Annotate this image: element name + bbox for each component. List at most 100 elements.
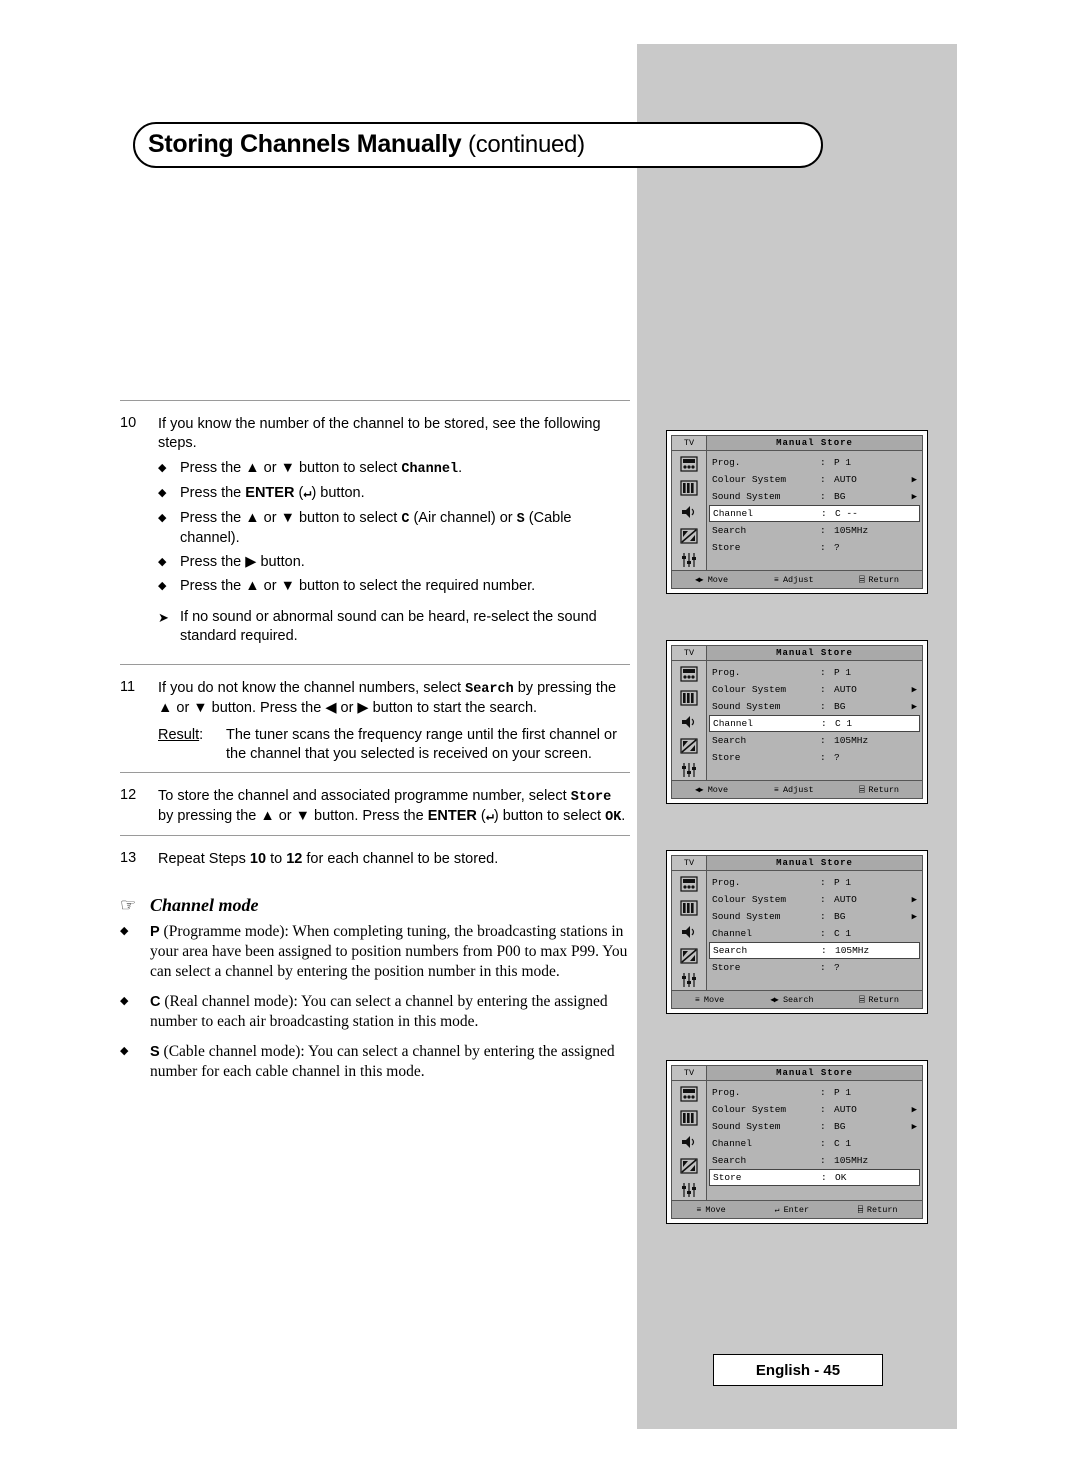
osd-row-channel[interactable]: Channel: C 1 <box>709 925 920 942</box>
txt: ) button to select <box>493 808 606 824</box>
mono-token-search: Search <box>465 682 514 697</box>
osd-row-label: Sound System <box>712 701 781 712</box>
osd-row-arrow-icon: ▶ <box>911 911 917 922</box>
enter-label: ENTER <box>427 808 477 824</box>
osd-titlebar: TV Manual Store <box>671 1065 923 1081</box>
osd-footer: ≡ Move ◀▶ Search ⌸ Return <box>671 990 923 1009</box>
enter-key-icon: ↵ <box>485 810 494 825</box>
osd-row-store[interactable]: Store:? <box>709 749 920 766</box>
osd-row-value: AUTO <box>834 684 857 695</box>
txt: Press the <box>180 485 246 501</box>
osd-row-channel[interactable]: Channel: C 1 <box>709 715 920 732</box>
osd-footer-key-icon: ≡ <box>774 785 779 795</box>
osd-row-value: AUTO <box>834 894 857 905</box>
osd-row-colon: : <box>820 962 826 973</box>
osd-footer-return[interactable]: ⌸ Return <box>859 995 899 1005</box>
osd-row-sound-system[interactable]: Sound System: BG ▶ <box>709 698 920 715</box>
osd-footer-return[interactable]: ⌸ Return <box>859 575 899 585</box>
osd-row-sound-system[interactable]: Sound System: BG ▶ <box>709 908 920 925</box>
osd-footer-adjust[interactable]: ≡ Adjust <box>774 785 814 795</box>
osd-row-prog[interactable]: Prog.: P 1 <box>709 664 920 681</box>
result-label: Result: <box>158 726 226 764</box>
osd-row-colon: : <box>820 1138 826 1149</box>
osd-row-store[interactable]: Store:? <box>709 959 920 976</box>
osd-footer-search[interactable]: ◀▶ Search <box>770 995 813 1005</box>
osd-row-prog[interactable]: Prog.: P 1 <box>709 454 920 471</box>
search-icon <box>678 736 700 756</box>
txt: button to select <box>294 460 402 476</box>
divider-step-12 <box>120 772 630 773</box>
osd-row-label: Colour System <box>712 684 787 695</box>
result-colon: : <box>199 727 204 743</box>
osd-row-label: Colour System <box>712 894 787 905</box>
osd-row-list: Prog.: P 1 Colour System: AUTO ▶ Sound System… <box>707 451 922 570</box>
osd-footer-move[interactable]: ◀▶ Move <box>695 785 728 795</box>
txt: button to select the required number. <box>294 578 536 594</box>
osd-footer-move[interactable]: ≡ Move <box>695 995 724 1005</box>
osd-row-store[interactable]: Store: OK <box>709 1169 920 1186</box>
osd-row-colour-system[interactable]: Colour System: AUTO ▶ <box>709 891 920 908</box>
txt: ) button. <box>311 485 365 501</box>
osd-row-colon: : <box>820 684 826 695</box>
diamond-icon: ◆ <box>158 556 167 568</box>
osd-row-colon: : <box>821 718 827 729</box>
osd-row-value: BG <box>834 491 846 502</box>
osd-row-value: C 1 <box>834 928 852 939</box>
osd-row-label: Channel <box>712 1138 752 1149</box>
pointing-hand-icon: ☞ <box>120 895 137 915</box>
osd-row-search[interactable]: Search:105MHz <box>709 942 920 959</box>
txt: ( <box>294 485 304 501</box>
step-12: 12 To store the channel and associated p… <box>120 787 630 827</box>
osd-row-store[interactable]: Store:? <box>709 539 920 556</box>
osd-row-colour-system[interactable]: Colour System: AUTO ▶ <box>709 1101 920 1118</box>
osd-row-value: C 1 <box>834 1138 852 1149</box>
osd-footer-return[interactable]: ⌸ Return <box>859 785 899 795</box>
note-arrow-icon: ➤ <box>158 610 169 625</box>
osd-footer-key-icon: ◀▶ <box>694 785 704 795</box>
osd-row-value: ? <box>834 962 840 973</box>
osd-row-sound-system[interactable]: Sound System: BG ▶ <box>709 1118 920 1135</box>
osd-row-label: Prog. <box>712 457 741 468</box>
osd-row-value: ? <box>834 752 840 763</box>
enter-label: ENTER <box>245 485 295 501</box>
osd-row-search[interactable]: Search:105MHz <box>709 1152 920 1169</box>
step-10-bullets: ◆ Press the ▲ or ▼ button to select Chan… <box>158 459 630 596</box>
osd-footer-key-icon: ≡ <box>774 575 779 585</box>
txt: Repeat Steps <box>158 851 250 867</box>
osd-row-search[interactable]: Search:105MHz <box>709 522 920 539</box>
osd-row-search[interactable]: Search:105MHz <box>709 732 920 749</box>
osd-footer-move[interactable]: ◀▶ Move <box>695 575 728 585</box>
channel-mode-heading: ☞ Channel mode <box>120 895 630 916</box>
osd-footer-adjust[interactable]: ≡ Adjust <box>774 575 814 585</box>
diamond-icon: ◆ <box>158 487 167 499</box>
osd-row-colon: : <box>820 1121 826 1132</box>
txt: Press the <box>180 510 246 526</box>
divider-step-13 <box>120 835 630 836</box>
osd-row-colon: : <box>820 525 826 536</box>
osd-row-prog[interactable]: Prog.: P 1 <box>709 1084 920 1101</box>
search-icon <box>678 946 700 966</box>
osd-row-colon: : <box>820 877 826 888</box>
osd-row-channel[interactable]: Channel: C -- <box>709 505 920 522</box>
osd-row-prog[interactable]: Prog.: P 1 <box>709 874 920 891</box>
osd-source-label: TV <box>672 646 707 660</box>
osd-row-sound-system[interactable]: Sound System: BG ▶ <box>709 488 920 505</box>
osd-row-colour-system[interactable]: Colour System: AUTO ▶ <box>709 681 920 698</box>
txt: To store the channel and associated prog… <box>158 788 571 804</box>
osd-footer-enter[interactable]: ↵ Enter <box>775 1205 809 1215</box>
osd-titlebar: TV Manual Store <box>671 855 923 871</box>
osd-titlebar: TV Manual Store <box>671 435 923 451</box>
osd-titlebar: TV Manual Store <box>671 645 923 661</box>
step-13-text: Repeat Steps 10 to 12 for each channel t… <box>158 850 630 869</box>
diamond-icon: ◆ <box>120 1045 129 1057</box>
osd-footer-move[interactable]: ≡ Move <box>696 1205 725 1215</box>
txt: by pressing the ▲ or ▼ button. Press the <box>158 808 428 824</box>
osd-footer-return[interactable]: ⌸ Return <box>858 1205 898 1215</box>
osd-row-colour-system[interactable]: Colour System: AUTO ▶ <box>709 471 920 488</box>
txt: If you do not know the channel numbers, … <box>158 680 466 696</box>
step-13-number: 13 <box>120 850 137 866</box>
osd-icon-column <box>672 1081 707 1200</box>
txt: ( <box>476 808 486 824</box>
osd-row-channel[interactable]: Channel: C 1 <box>709 1135 920 1152</box>
channel-mode-item-s: ◆ S (Cable channel mode): You can select… <box>120 1042 630 1082</box>
